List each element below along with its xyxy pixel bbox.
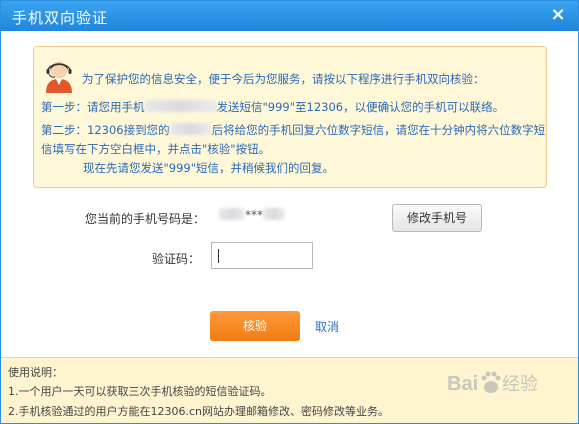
dialog-title: 手机双向验证 [12, 9, 109, 27]
redacted-phone [144, 100, 217, 112]
baidu-paw-logo: Bai 经验 [447, 371, 538, 395]
change-phone-button[interactable]: 修改手机号 [392, 204, 482, 232]
verify-button[interactable]: 核验 [210, 311, 300, 341]
notice-step1: 第一步：请您用手机 发送短信"999"至12306，以便确认您的手机可以联络。 [41, 99, 504, 115]
notice-step2-cont: 信填写在下方空白框中，并点击"核验"按钮。 [41, 142, 271, 156]
phone-label: 您当前的手机号码是： [85, 212, 206, 226]
phone-verification-dialog: 手机双向验证 × 为了保护您的信息安全，便于今后为您服务，请按以下程序进行手机双… [0, 0, 579, 424]
dialog-title-bar: 手机双向验证 × [1, 1, 578, 31]
notice-now: 现在先请您发送"999"短信，并稍候我们的回复。 [83, 161, 335, 175]
code-label: 验证码： [152, 252, 201, 266]
verification-code-input[interactable] [211, 242, 313, 269]
notice-intro: 为了保护您的信息安全，便于今后为您服务，请按以下程序进行手机双向核验： [82, 72, 485, 86]
instructions-heading: 使用说明： [8, 366, 63, 379]
redacted-phone-suffix [263, 208, 285, 220]
instructions-line-1: 1.一个用户一天可以获取三次手机核验的短信验证码。 [8, 385, 272, 398]
phone-mask: *** [245, 208, 263, 222]
phone-value: *** [219, 208, 285, 222]
notice-box: 为了保护您的信息安全，便于今后为您服务，请按以下程序进行手机双向核验： 第一步：… [33, 46, 547, 188]
text-caret [218, 249, 219, 263]
redacted-text [169, 123, 212, 135]
notice-step2-prefix: 第二步：12306接到您的 [41, 123, 170, 137]
svg-text:经验: 经验 [502, 374, 538, 395]
notice-step2-suffix: 后将给您的手机回复六位数字短信，请您在十分钟内将六位数字短 [211, 123, 546, 137]
svg-text:Bai: Bai [447, 373, 478, 395]
close-icon[interactable]: × [548, 4, 568, 26]
instructions-line-2: 2.手机核验通过的用户方能在12306.cn网站办理邮箱修改、密码修改等业务。 [8, 405, 390, 418]
notice-step1-suffix: 发送短信"999"至12306，以便确认您的手机可以联络。 [216, 100, 505, 114]
cancel-link[interactable]: 取消 [315, 318, 339, 335]
notice-step1-prefix: 第一步：请您用手机 [41, 100, 145, 114]
notice-step2: 第二步：12306接到您的 后将给您的手机回复六位数字短信，请您在十分钟内将六位数… [41, 122, 545, 138]
redacted-phone-prefix [219, 208, 245, 220]
customer-service-avatar-icon [46, 61, 72, 93]
